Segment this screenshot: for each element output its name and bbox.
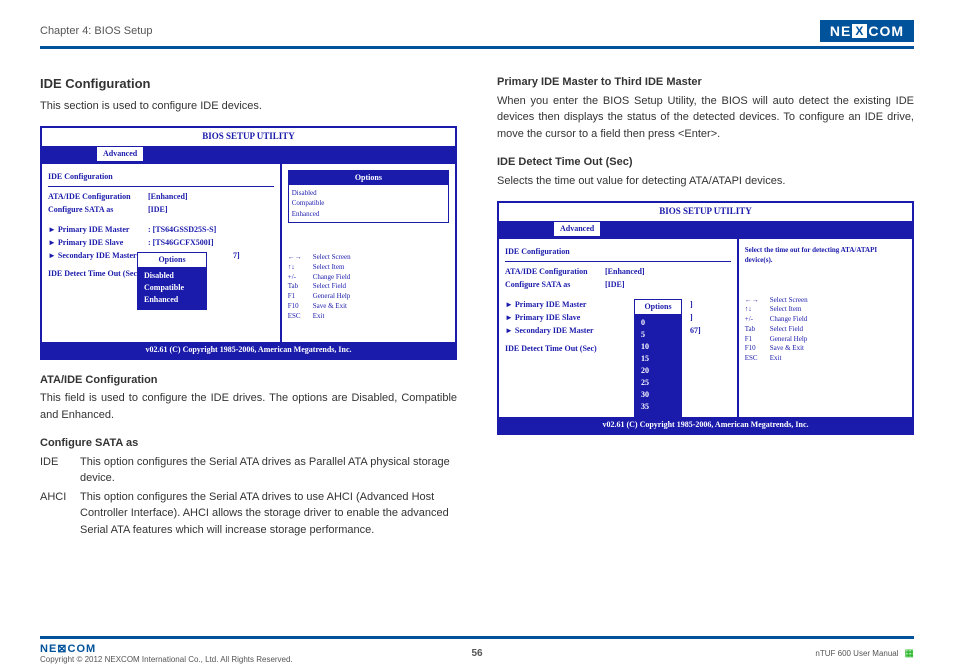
bios-heading: IDE Configuration [48, 171, 274, 187]
help-text: Select the time out for detecting ATA/AT… [745, 245, 906, 266]
plus-icon: ▦ [905, 648, 914, 659]
ata-config-body: This field is used to configure the IDE … [40, 390, 457, 423]
bios-title: BIOS SETUP UTILITY [42, 128, 455, 146]
page-header: Chapter 4: BIOS Setup NEXCOM [40, 20, 914, 49]
ide-detect-timeout: IDE Detect Time Out (Sec) [48, 269, 140, 278]
primary-ide-master: ► Primary IDE Master [48, 224, 148, 236]
footer-logo: NE⊠COM [40, 642, 293, 655]
chapter-label: Chapter 4: BIOS Setup [40, 25, 153, 37]
left-column: IDE Configuration This section is used t… [40, 74, 457, 540]
primary-ide-slave: ► Primary IDE Slave [48, 237, 148, 249]
bios-tabs: Advanced [42, 146, 455, 162]
manual-name: nTUF 600 User Manual [815, 649, 898, 658]
bios-title-2: BIOS SETUP UTILITY [499, 203, 912, 221]
page-number: 56 [471, 648, 482, 659]
primary-master-body: When you enter the BIOS Setup Utility, t… [497, 93, 914, 143]
options-popup-1: Options Disabled Compatible Enhanced [137, 252, 207, 310]
section-title: IDE Configuration [40, 74, 457, 94]
def-ahci: AHCI [40, 489, 80, 539]
footer-copyright: Copyright © 2012 NEXCOM International Co… [40, 655, 293, 664]
bios-copyright: v02.61 (C) Copyright 1985-2006, American… [42, 342, 455, 358]
right-column: Primary IDE Master to Third IDE Master W… [497, 74, 914, 540]
detect-timeout-heading: IDE Detect Time Out (Sec) [497, 154, 914, 171]
secondary-ide-master: ► Secondary IDE Master [48, 250, 148, 262]
bios-screenshot-1: BIOS SETUP UTILITY Advanced IDE Configur… [40, 126, 457, 360]
detect-timeout-body: Selects the time out value for detecting… [497, 173, 914, 190]
page-footer: NE⊠COM Copyright © 2012 NEXCOM Internati… [40, 636, 914, 664]
intro-text: This section is used to configure IDE de… [40, 98, 457, 115]
ata-config-heading: ATA/IDE Configuration [40, 372, 457, 389]
ata-ide-config-label: ATA/IDE Configuration [48, 191, 148, 203]
nexcom-logo: NEXCOM [820, 20, 914, 42]
help-keys-2: ←→Select Screen↑↓Select Item+/-Change Fi… [745, 296, 906, 365]
help-keys: ←→Select Screen↑↓Select Item+/-Change Fi… [288, 253, 449, 322]
tab-advanced: Advanced [97, 147, 143, 161]
primary-master-heading: Primary IDE Master to Third IDE Master [497, 74, 914, 91]
bios-tabs-2: Advanced [499, 221, 912, 237]
configure-sata-label: Configure SATA as [48, 204, 148, 216]
options-panel: Options Disabled Compatible Enhanced [288, 170, 449, 224]
sata-heading: Configure SATA as [40, 435, 457, 452]
options-popup-2: Options 05101520253035 [634, 299, 682, 417]
def-ide: IDE [40, 454, 80, 487]
bios-screenshot-2: BIOS SETUP UTILITY Advanced IDE Configur… [497, 201, 914, 435]
